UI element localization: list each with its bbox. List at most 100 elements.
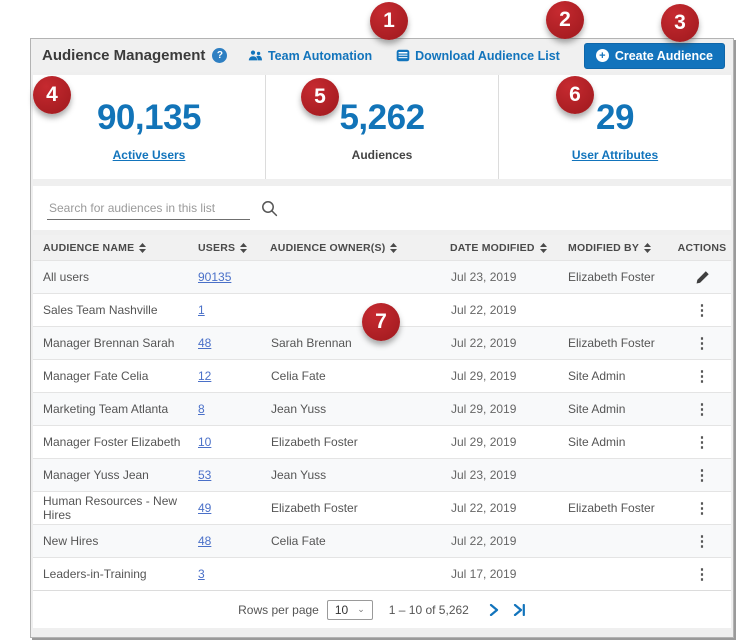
table-row: Leaders-in-Training 3 Jul 17, 2019 ⋮	[33, 557, 731, 590]
audiences-count: 5,262	[339, 98, 424, 138]
users-count-link[interactable]: 49	[198, 501, 211, 515]
date-modified: Jul 22, 2019	[441, 501, 559, 515]
table-row: Human Resources - New Hires 49 Elizabeth…	[33, 491, 731, 524]
audience-name: Manager Fate Celia	[33, 369, 189, 383]
team-automation-icon	[248, 50, 263, 61]
table-footer: Rows per page 10 ⌄ 1 – 10 of 5,262	[33, 590, 731, 628]
audience-owner: Celia Fate	[261, 369, 441, 383]
kebab-menu-icon[interactable]: ⋮	[689, 467, 716, 484]
table-row: Marketing Team Atlanta 8 Jean Yuss Jul 2…	[33, 392, 731, 425]
callout-badge-2: 2	[546, 1, 584, 39]
modified-by: Elizabeth Foster	[559, 336, 673, 350]
download-audience-list-label: Download Audience List	[415, 49, 560, 63]
users-count-link[interactable]: 8	[198, 402, 205, 416]
rows-per-page-label: Rows per page	[238, 603, 319, 617]
kebab-menu-icon[interactable]: ⋮	[689, 302, 716, 319]
column-label: AUDIENCE OWNER(S)	[270, 242, 385, 254]
audience-name: Manager Foster Elizabeth	[33, 435, 189, 449]
audience-name: Manager Yuss Jean	[33, 468, 189, 482]
callout-badge-5: 5	[301, 78, 339, 116]
audience-name: Leaders-in-Training	[33, 567, 189, 581]
column-header-audience-name[interactable]: AUDIENCE NAME	[33, 242, 189, 254]
last-page-icon[interactable]	[513, 604, 526, 616]
search-input[interactable]	[47, 197, 250, 220]
column-label: USERS	[198, 242, 235, 254]
column-header-actions: ACTIONS	[673, 242, 731, 254]
users-count-link[interactable]: 3	[198, 567, 205, 581]
table-header-row: AUDIENCE NAME USERS AUDIENCE OWNER(S) DA…	[33, 235, 731, 260]
date-modified: Jul 22, 2019	[441, 534, 559, 548]
date-modified: Jul 17, 2019	[441, 567, 559, 581]
active-users-link[interactable]: Active Users	[113, 148, 186, 162]
create-audience-button[interactable]: + Create Audience	[584, 43, 725, 69]
kebab-menu-icon[interactable]: ⋮	[689, 566, 716, 583]
kebab-menu-icon[interactable]: ⋮	[689, 401, 716, 418]
team-automation-button[interactable]: Team Automation	[248, 49, 372, 63]
sort-icon	[390, 243, 397, 253]
team-automation-label: Team Automation	[268, 49, 372, 63]
column-label: DATE MODIFIED	[450, 242, 535, 254]
stat-audiences: 5,262 Audiences	[265, 75, 498, 179]
modified-by: Site Admin	[559, 435, 673, 449]
audiences-label: Audiences	[352, 148, 413, 162]
sort-icon	[240, 243, 247, 253]
kebab-menu-icon[interactable]: ⋮	[689, 500, 716, 517]
users-count-link[interactable]: 12	[198, 369, 211, 383]
active-users-count: 90,135	[97, 98, 201, 138]
column-header-modified-by[interactable]: MODIFIED BY	[559, 242, 673, 254]
download-audience-list-button[interactable]: Download Audience List	[396, 49, 560, 63]
users-count-link[interactable]: 10	[198, 435, 211, 449]
date-modified: Jul 23, 2019	[441, 270, 559, 284]
app-header: Audience Management ? Team Automation Do…	[31, 39, 733, 72]
audience-owner: Jean Yuss	[261, 468, 441, 482]
sort-icon	[139, 243, 146, 253]
next-page-icon[interactable]	[489, 604, 499, 616]
table-row: Manager Foster Elizabeth 10 Elizabeth Fo…	[33, 425, 731, 458]
sort-icon	[644, 243, 651, 253]
audiences-table: AUDIENCE NAME USERS AUDIENCE OWNER(S) DA…	[33, 235, 731, 628]
date-modified: Jul 29, 2019	[441, 402, 559, 416]
date-modified: Jul 29, 2019	[441, 435, 559, 449]
audience-name: Human Resources - New Hires	[33, 494, 189, 522]
column-header-users[interactable]: USERS	[189, 242, 261, 254]
users-count-link[interactable]: 1	[198, 303, 205, 317]
table-row: All users 90135 Jul 23, 2019 Elizabeth F…	[33, 260, 731, 293]
audience-name: Marketing Team Atlanta	[33, 402, 189, 416]
audience-name: Sales Team Nashville	[33, 303, 189, 317]
audience-owner: Celia Fate	[261, 534, 441, 548]
audience-name: Manager Brennan Sarah	[33, 336, 189, 350]
kebab-menu-icon[interactable]: ⋮	[689, 434, 716, 451]
kebab-menu-icon[interactable]: ⋮	[689, 533, 716, 550]
date-modified: Jul 22, 2019	[441, 336, 559, 350]
audience-owner: Sarah Brennan	[261, 336, 441, 350]
users-count-link[interactable]: 90135	[198, 270, 231, 284]
create-audience-label: Create Audience	[615, 49, 713, 63]
kebab-menu-icon[interactable]: ⋮	[689, 368, 716, 385]
table-row: New Hires 48 Celia Fate Jul 22, 2019 ⋮	[33, 524, 731, 557]
column-label: MODIFIED BY	[568, 242, 639, 254]
users-count-link[interactable]: 53	[198, 468, 211, 482]
rows-per-page-select[interactable]: 10 ⌄	[327, 600, 373, 620]
stat-user-attributes: 29 User Attributes	[498, 75, 731, 179]
users-count-link[interactable]: 48	[198, 336, 211, 350]
column-header-date-modified[interactable]: DATE MODIFIED	[441, 242, 559, 254]
stats-card: 90,135 Active Users 5,262 Audiences 29 U…	[33, 75, 731, 179]
edit-pencil-icon[interactable]	[693, 268, 712, 287]
column-header-audience-owners[interactable]: AUDIENCE OWNER(S)	[261, 242, 441, 254]
callout-badge-1: 1	[370, 2, 408, 40]
search-icon[interactable]	[261, 200, 278, 217]
kebab-menu-icon[interactable]: ⋮	[689, 335, 716, 352]
table-row: Manager Fate Celia 12 Celia Fate Jul 29,…	[33, 359, 731, 392]
modified-by: Elizabeth Foster	[559, 270, 673, 284]
callout-badge-4: 4	[33, 76, 71, 114]
modified-by: Site Admin	[559, 402, 673, 416]
audience-owner: Elizabeth Foster	[261, 435, 441, 449]
plus-icon: +	[596, 49, 609, 62]
user-attributes-link[interactable]: User Attributes	[572, 148, 658, 162]
column-label: ACTIONS	[678, 242, 727, 254]
modified-by: Site Admin	[559, 369, 673, 383]
modified-by: Elizabeth Foster	[559, 501, 673, 515]
help-icon[interactable]: ?	[212, 48, 227, 63]
rows-per-page-value: 10	[335, 603, 348, 617]
users-count-link[interactable]: 48	[198, 534, 211, 548]
